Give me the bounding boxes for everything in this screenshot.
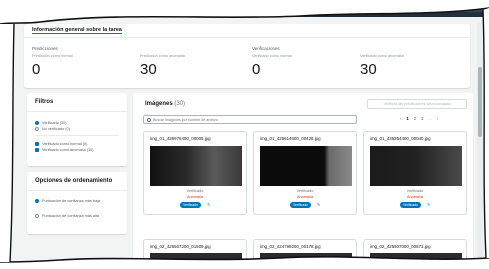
verifications-heading: Verificaciones [252, 46, 280, 51]
bell-icon[interactable] [356, 5, 363, 12]
pred-normal-label: Predicción como normal [32, 54, 73, 58]
page-scrollbar[interactable] [477, 22, 483, 262]
verification-status: Verificado [186, 189, 204, 193]
filters-title: Filtros [35, 99, 54, 105]
image-card[interactable]: img_02_424799200_00178.jpg [253, 239, 357, 269]
image-thumbnail[interactable] [370, 146, 462, 186]
checkbox-checked-icon [35, 142, 39, 146]
pencil-icon[interactable]: ✎ [317, 202, 320, 207]
pagination: ‹ 1 2 3 ... › [400, 116, 438, 121]
verified-badge: Verificado [180, 202, 201, 208]
image-filename: img_02_425507200_01509.jpg [150, 244, 211, 249]
filters-panel: Filtros Verificado (30) No verificado (0… [27, 93, 127, 166]
verification-status: Verificado [296, 189, 314, 193]
divider [24, 37, 470, 38]
scrollbar-thumb[interactable] [478, 67, 482, 137]
pencil-icon[interactable]: ✎ [427, 202, 430, 207]
page-2[interactable]: 2 [414, 116, 416, 121]
radio-empty-icon [35, 127, 39, 131]
images-panel: Imágenes (30) Verificar las predicciones… [133, 93, 473, 269]
filter-verified-normal[interactable]: Verificado como normal (0) [35, 142, 87, 146]
predictions-heading: Predicciones [32, 46, 58, 51]
sort-lowest-confidence[interactable]: Puntuación de confianza más baja [35, 199, 119, 203]
search-input[interactable] [153, 116, 353, 124]
divider [27, 111, 127, 112]
image-card[interactable]: img_01_425614600_00428.jpg Verificado An… [253, 131, 357, 215]
page-ellipsis: ... [428, 116, 432, 121]
ver-normal-label: Verificado como normal [252, 54, 292, 58]
image-thumbnail[interactable] [150, 146, 242, 186]
overview-title: Información general sobre la tarea [32, 27, 122, 34]
image-filename: img_01_435354400_00040.jpg [370, 136, 431, 141]
image-thumbnail[interactable] [260, 253, 352, 269]
radio-selected-icon [35, 121, 39, 125]
image-thumbnail[interactable] [370, 253, 462, 269]
pred-anomaly-value: 30 [140, 61, 157, 78]
filter-verified[interactable]: Verificado (30) [35, 121, 66, 125]
image-thumbnail[interactable] [260, 146, 352, 186]
image-card[interactable]: img_02_425507200_01509.jpg [143, 239, 247, 269]
page-3[interactable]: 3 [421, 116, 423, 121]
verify-selected-button[interactable]: Verificar las predicciones seleccionadas [367, 99, 467, 109]
radio-selected-icon [35, 199, 39, 203]
images-title: Imágenes (30) [145, 101, 186, 107]
prev-page-button[interactable]: ‹ [400, 116, 401, 121]
sort-highest-confidence[interactable]: Puntuación de confianza más alta [35, 214, 119, 218]
pencil-icon[interactable]: ✎ [207, 202, 210, 207]
user-menu[interactable]: Soporte ▾ [398, 6, 415, 11]
verification-status: Verificado [406, 189, 424, 193]
image-thumbnail[interactable] [150, 253, 242, 269]
task-overview-panel: Información general sobre la tarea Predi… [24, 24, 470, 88]
filter-verified-anomaly[interactable]: Verificado como anomalía (30) [35, 148, 94, 152]
sort-options-panel: Opciones de ordenamiento Puntuación de c… [27, 172, 127, 234]
ver-normal-value: 0 [252, 61, 261, 78]
image-filename: img_02_425507000_00871.jpg [370, 244, 431, 249]
image-card[interactable]: img_01_435976400_00005.jpg Verificado An… [143, 131, 247, 215]
radio-empty-icon [35, 214, 39, 218]
image-search[interactable] [143, 115, 357, 124]
sort-title: Opciones de ordenamiento [35, 178, 113, 184]
page-1[interactable]: 1 [406, 116, 408, 121]
divider [35, 135, 119, 136]
filter-not-verified[interactable]: No verificado (0) [35, 127, 70, 131]
image-card[interactable]: img_01_435354400_00040.jpg Verificado An… [363, 131, 467, 215]
next-page-button[interactable]: › [437, 116, 438, 121]
pred-normal-value: 0 [32, 61, 41, 78]
image-filename: img_01_435976400_00005.jpg [150, 136, 211, 141]
prediction-label: Anomalía [186, 195, 204, 199]
topbar-center-text: SW-10 [226, 6, 239, 11]
console-top-bar: SW-10 Soporte ▾ [0, 0, 489, 17]
help-icon[interactable] [386, 5, 393, 12]
verified-badge: Verificado [400, 202, 421, 208]
app-window: SW-10 Soporte ▾ Información general sobr… [0, 0, 489, 269]
pred-anomaly-label: Predicción como anomalía [140, 54, 185, 58]
prediction-label: Anomalía [406, 195, 424, 199]
prediction-label: Anomalía [296, 195, 314, 199]
ver-anomaly-label: Verificado como anomalía [360, 54, 404, 58]
search-icon [147, 118, 151, 122]
account-menu[interactable] [428, 6, 488, 12]
image-filename: img_01_425614600_00428.jpg [260, 136, 321, 141]
divider [27, 190, 127, 191]
verified-badge: Verificado [290, 202, 311, 208]
image-card[interactable]: img_02_425507000_00871.jpg [363, 239, 467, 269]
checkbox-checked-icon [35, 148, 39, 152]
gear-icon[interactable] [372, 5, 379, 12]
ver-anomaly-value: 30 [360, 61, 377, 78]
image-filename: img_02_424799200_00178.jpg [260, 244, 321, 249]
